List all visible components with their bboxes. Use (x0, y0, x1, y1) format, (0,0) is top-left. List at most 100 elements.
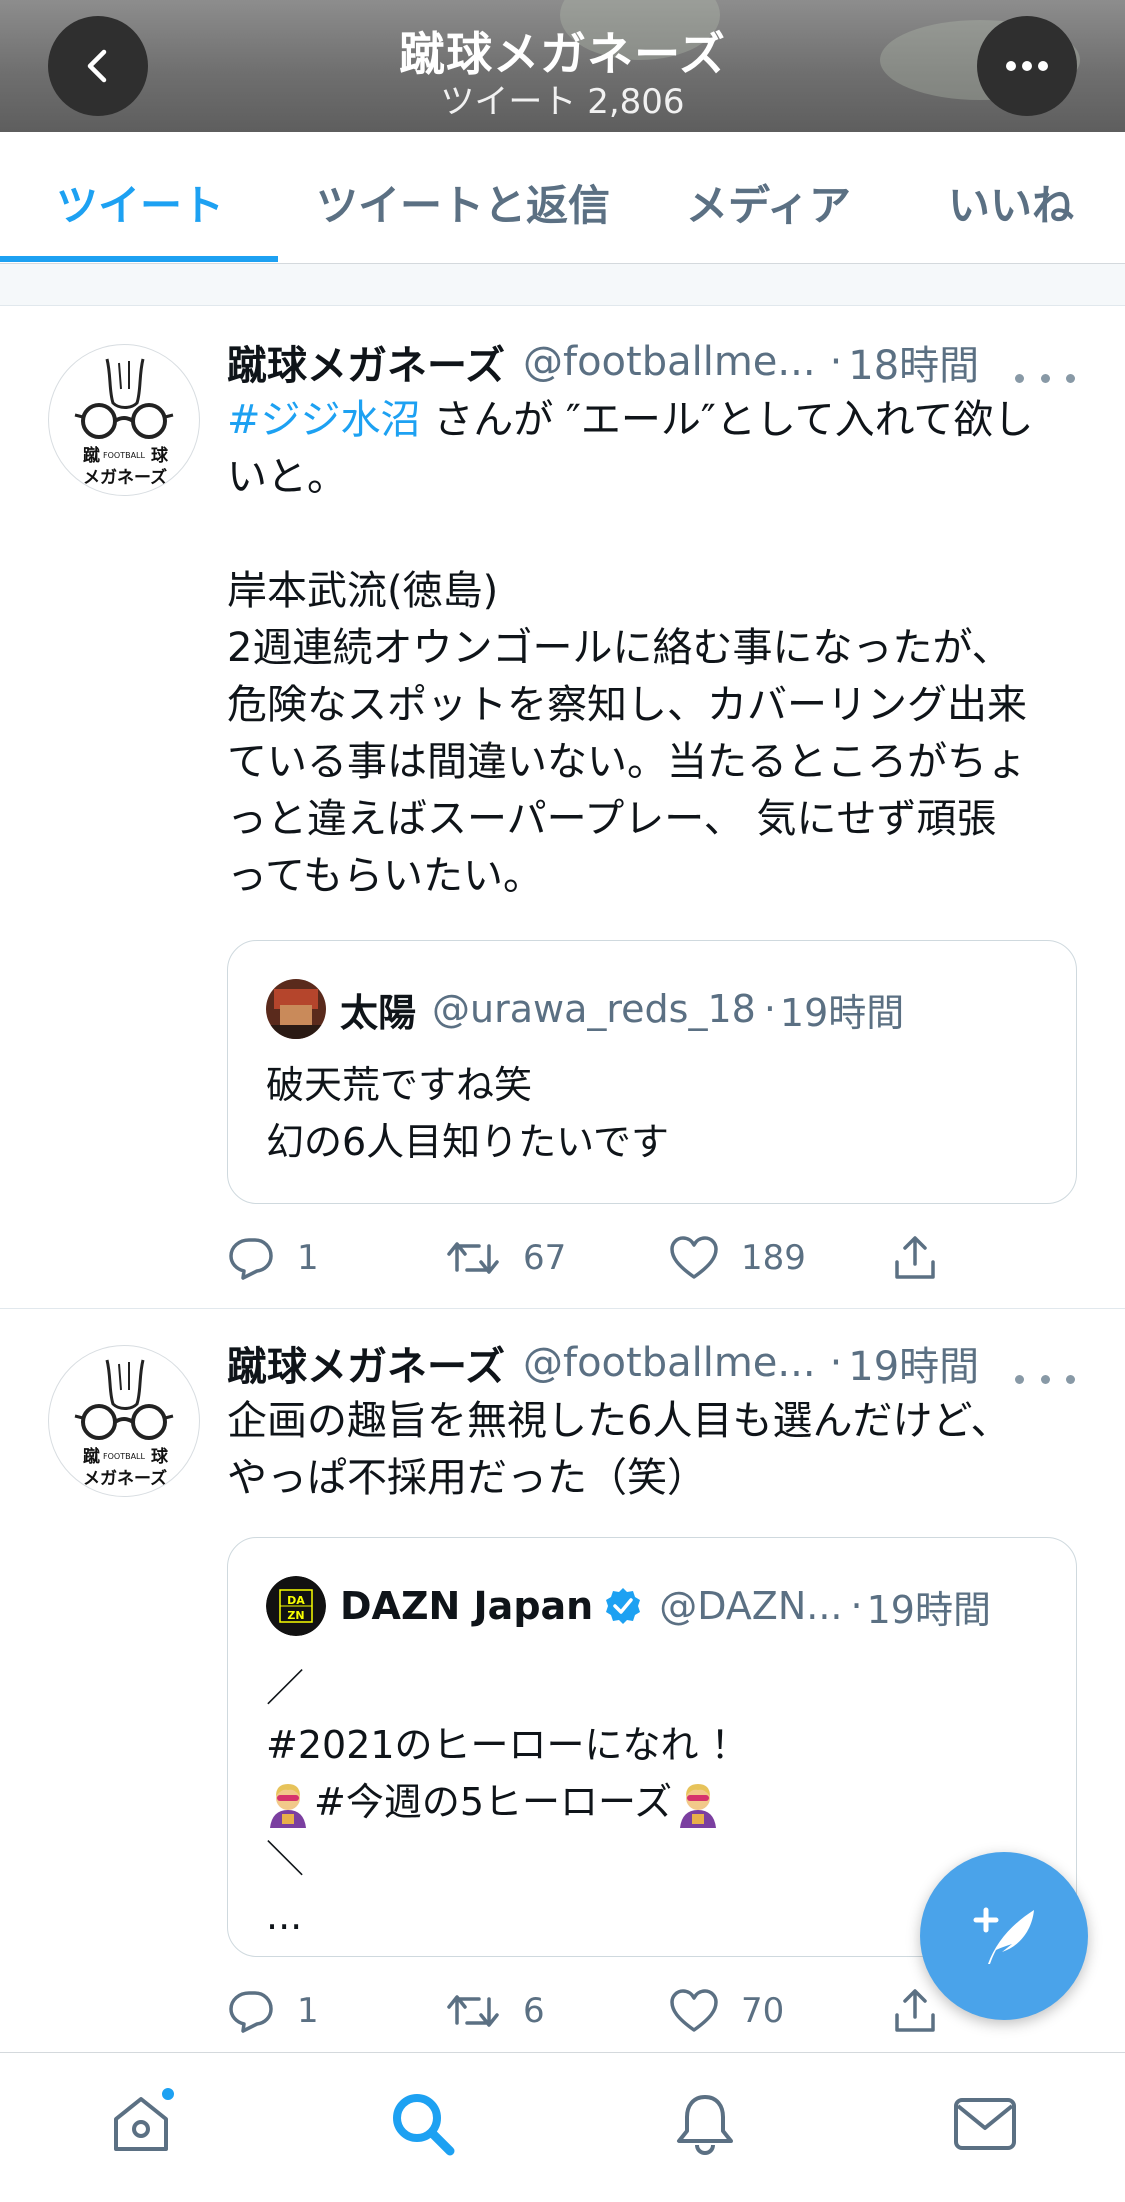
separator-dot: · (763, 987, 776, 1031)
tweet-text: #ジジ水沼 さんが ″エール″として入れて欲し いと。 岸本武流(徳島) 2週連… (227, 392, 1087, 905)
timeline-spacer (0, 264, 1125, 306)
notifications-icon (677, 2095, 733, 2156)
separator-dot: · (850, 1584, 863, 1628)
nav-messages[interactable] (940, 2079, 1030, 2169)
author-handle[interactable]: @footballme... (523, 339, 816, 385)
quoted-text-line: ... (266, 1894, 303, 1938)
tab-media[interactable]: メディア (686, 172, 851, 233)
author-name[interactable]: 蹴球メガネーズ (227, 1334, 505, 1392)
quoted-author-handle: @DAZN... (659, 1584, 843, 1628)
tweet-text-line: いと。 (227, 454, 347, 500)
quoted-tweet-text: 破天荒ですね笑 幻の6人目知りたいです (266, 1057, 669, 1171)
tab-tweets[interactable]: ツイート (56, 172, 224, 233)
avatar (266, 979, 326, 1039)
svg-text:蹴: 蹴 (83, 1446, 100, 1467)
quoted-tweet[interactable]: 太陽 @urawa_reds_18 · 19時間 破天荒ですね笑 幻の6人目知り… (227, 940, 1077, 1204)
nav-search[interactable] (378, 2079, 468, 2169)
more-dot-icon (1015, 373, 1024, 383)
tweet-actions: 1 6 70 (227, 1983, 1047, 2039)
like-icon (670, 1236, 718, 1279)
more-dot-icon (1040, 373, 1050, 383)
tweet-time[interactable]: 18時間 (848, 333, 979, 391)
svg-text:球: 球 (151, 1447, 169, 1467)
quoted-tweet-text: ／ #2021のヒーローになれ ！ #今週の5ヒーローズ ＼ ... (266, 1660, 749, 1945)
tweet[interactable]: 蹴 FOOTBALL 球 メガネーズ 蹴球メガネーズ @footballme..… (0, 308, 1125, 1308)
quoted-author-name: 太陽 (340, 990, 417, 1035)
quoted-tweet-time: 19時間 (779, 990, 905, 1035)
quoted-tweet-time: 19時間 (866, 1587, 991, 1632)
quoted-tweet-header: DA ZN DAZN Japan @DAZN... · 19時間 (266, 1576, 991, 1636)
quoted-tweet-header: 太陽 @urawa_reds_18 · 19時間 (266, 979, 904, 1039)
quoted-text-line: #今週の5ヒーローズ (314, 1780, 673, 1824)
reply-button[interactable]: 1 (227, 1983, 319, 2039)
like-button[interactable]: 70 (669, 1983, 784, 2039)
retweet-count: 67 (523, 1238, 567, 1278)
retweet-icon (447, 1242, 499, 1274)
quoted-text-line: ／ (266, 1666, 305, 1710)
more-dot-icon (1066, 1374, 1075, 1384)
retweet-button[interactable]: 67 (445, 1230, 566, 1286)
like-button[interactable]: 189 (669, 1230, 806, 1286)
hashtag-link[interactable]: #ジジ水沼 (227, 397, 421, 443)
share-button[interactable] (891, 1983, 939, 2039)
svg-text:DA: DA (287, 1594, 305, 1607)
like-count: 70 (741, 1991, 785, 2031)
quoted-text-line: 破天荒ですね笑 (266, 1063, 533, 1107)
nav-notifications[interactable] (660, 2079, 750, 2169)
more-dot-icon (1066, 373, 1075, 383)
author-handle[interactable]: @footballme... (523, 1340, 816, 1386)
tweet-text-line: やっぱ不採用だった（笑） (227, 1455, 707, 1501)
tweet-text-line: 危険なスポットを察知し、カバーリング出来 (227, 682, 1027, 728)
tab-likes[interactable]: いいね (948, 172, 1074, 233)
quoted-text-line: #2021のヒーローになれ ！ (266, 1723, 749, 1767)
more-options-button[interactable] (977, 16, 1077, 116)
svg-text:FOOTBALL: FOOTBALL (103, 1452, 146, 1461)
share-button[interactable] (891, 1230, 939, 1286)
superhero-emoji-icon (270, 1783, 306, 1828)
tweet-time[interactable]: 19時間 (848, 1334, 979, 1392)
separator-dot: · (829, 1340, 843, 1386)
quoted-text-line: 幻の6人目知りたいです (266, 1120, 670, 1164)
retweet-count: 6 (523, 1991, 545, 2031)
quoted-text-line: ＼ (266, 1837, 305, 1881)
tweet-text: 企画の趣旨を無視した6人目も選んだけど、 やっぱ不採用だった（笑） (227, 1393, 1087, 1507)
active-tab-indicator (0, 256, 278, 262)
retweet-icon (447, 1995, 499, 2027)
svg-text:球: 球 (151, 446, 169, 466)
svg-text:蹴: 蹴 (83, 445, 100, 466)
superhero-emoji-icon (680, 1783, 717, 1828)
like-icon (670, 1989, 718, 2032)
tweet-text-line: ている事は間違いない。当たるところがちょ (227, 739, 1027, 785)
tweet-header: 蹴球メガネーズ @footballme... · 18時間 (227, 334, 1085, 390)
glasses-logo-icon: 蹴 FOOTBALL 球 メガネーズ (74, 358, 174, 488)
more-dot-icon (1040, 1374, 1050, 1384)
more-icon (1006, 61, 1048, 71)
reply-count: 1 (297, 1991, 319, 2031)
tweet-text-line: さんが ″エール″として入れて欲し (420, 397, 1034, 443)
profile-header: 蹴球メガネーズ ツイート 2,806 (0, 0, 1125, 132)
tweet-text-line: ってもらいたい。 (227, 853, 543, 899)
avatar[interactable]: 蹴 FOOTBALL 球 メガネーズ (48, 344, 200, 496)
tweet-count: ツイート 2,806 (440, 82, 685, 122)
bottom-navigation (0, 2052, 1125, 2202)
quoted-author-name: DAZN Japan (340, 1584, 594, 1628)
svg-text:メガネーズ: メガネーズ (83, 1468, 167, 1489)
share-icon (895, 1989, 935, 2032)
more-dot-icon (1015, 1374, 1024, 1384)
tweet-text-line: っと違えばスーパープレー、 気にせず頑張 (227, 796, 997, 842)
svg-text:ZN: ZN (287, 1609, 304, 1622)
tweet-text-line: 2週連続オウンゴールに絡む事になったが、 (227, 625, 1012, 671)
tweet-text-line (227, 506, 1087, 563)
retweet-button[interactable]: 6 (445, 1983, 545, 2039)
search-icon (393, 2094, 455, 2156)
messages-icon (954, 2098, 1016, 2150)
compose-icon (973, 1907, 1034, 1964)
avatar[interactable]: 蹴 FOOTBALL 球 メガネーズ (48, 1345, 200, 1497)
author-name[interactable]: 蹴球メガネーズ (227, 333, 505, 391)
share-icon (895, 1236, 935, 1279)
reply-button[interactable]: 1 (227, 1230, 319, 1286)
verified-badge-icon (606, 1588, 641, 1624)
compose-tweet-button[interactable] (920, 1852, 1088, 2020)
tab-tweets-and-replies[interactable]: ツイートと返信 (316, 172, 610, 233)
tweet-text-line: 企画の趣旨を無視した6人目も選んだけど、 (227, 1398, 1011, 1444)
